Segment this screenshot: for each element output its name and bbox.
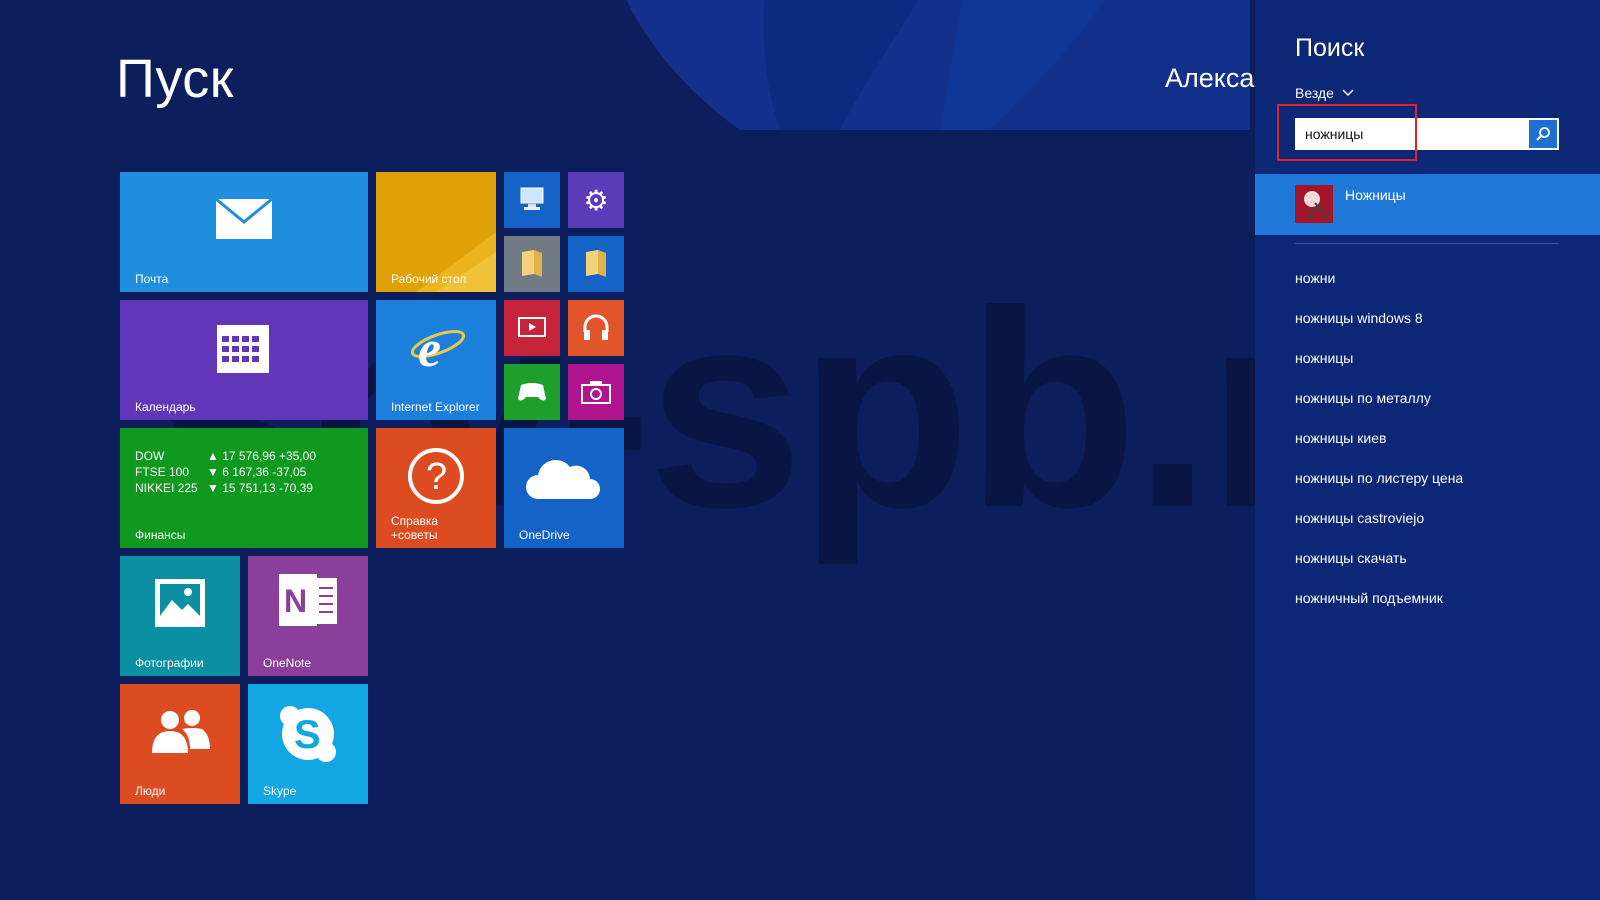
folder-icon bbox=[519, 248, 545, 278]
search-suggestion[interactable]: ножницы киев bbox=[1295, 418, 1463, 458]
video-icon bbox=[518, 316, 546, 338]
headphones-icon bbox=[581, 312, 611, 342]
tile-explorer-2[interactable] bbox=[568, 236, 624, 292]
finance-row: DOW ▲ 17 576,96 +35,00 bbox=[135, 449, 316, 463]
calendar-icon bbox=[216, 324, 270, 374]
tile-games[interactable] bbox=[504, 364, 560, 420]
camera-icon bbox=[581, 379, 611, 405]
tile-video[interactable] bbox=[504, 300, 560, 356]
svg-text:S: S bbox=[294, 713, 321, 757]
tile-onedrive[interactable]: OneDrive bbox=[504, 428, 624, 548]
tile-people[interactable]: Люди bbox=[120, 684, 240, 804]
tile-desktop[interactable]: Рабочий стол bbox=[376, 172, 496, 292]
cloud-icon bbox=[524, 452, 604, 502]
tile-help-tips[interactable]: ? Справка +советы bbox=[376, 428, 496, 548]
svg-text:?: ? bbox=[426, 456, 447, 498]
tile-skype[interactable]: S Skype bbox=[248, 684, 368, 804]
finance-row: NIKKEI 225 ▼ 15 751,13 -70,39 bbox=[135, 481, 313, 495]
tile-finance[interactable]: DOW ▲ 17 576,96 +35,00 FTSE 100 ▼ 6 167,36… bbox=[120, 428, 368, 548]
tile-label-internet-explorer: Internet Explorer bbox=[391, 400, 480, 414]
tile-label-onedrive: OneDrive bbox=[519, 528, 570, 542]
tile-label-onenote: OneNote bbox=[263, 656, 312, 670]
gamepad-icon bbox=[517, 380, 547, 404]
gear-icon: ⚙ bbox=[583, 184, 609, 216]
search-icon bbox=[1536, 127, 1550, 141]
tile-explorer-1[interactable] bbox=[504, 236, 560, 292]
search-suggestion[interactable]: ножницы castroviejo bbox=[1295, 498, 1463, 538]
svg-text:N: N bbox=[284, 583, 307, 619]
chevron-down-icon bbox=[1342, 89, 1354, 97]
internet-explorer-icon: e bbox=[406, 318, 466, 378]
tile-internet-explorer[interactable]: e Internet Explorer bbox=[376, 300, 496, 420]
background-swoosh bbox=[626, 0, 1250, 130]
envelope-icon bbox=[215, 197, 273, 241]
search-input[interactable] bbox=[1295, 118, 1507, 150]
tile-label-mail: Почта bbox=[135, 272, 169, 286]
user-name[interactable]: Александр bbox=[1165, 63, 1255, 94]
onenote-icon: N bbox=[275, 572, 341, 628]
search-suggestion[interactable]: ножницы bbox=[1295, 338, 1463, 378]
folder-icon bbox=[583, 248, 609, 278]
people-icon bbox=[148, 708, 212, 754]
search-box bbox=[1295, 118, 1559, 150]
search-title: Поиск bbox=[1295, 34, 1365, 62]
search-suggestion[interactable]: ножницы по листеру цена bbox=[1295, 458, 1463, 498]
search-result-app[interactable]: Ножницы bbox=[1255, 174, 1600, 235]
tile-computer[interactable] bbox=[504, 172, 560, 228]
search-result-label: Ножницы bbox=[1345, 187, 1406, 203]
snipping-tool-icon bbox=[1295, 185, 1333, 223]
search-suggestion[interactable]: ножницы скачать bbox=[1295, 538, 1463, 578]
finance-ticker: DOW ▲ 17 576,96 +35,00 FTSE 100 ▼ 6 167,36… bbox=[135, 448, 316, 496]
svg-text:e: e bbox=[418, 321, 441, 378]
tile-calendar[interactable]: Календарь bbox=[120, 300, 368, 420]
search-suggestion[interactable]: ножницы по металлу bbox=[1295, 378, 1463, 418]
photo-icon bbox=[153, 578, 207, 628]
computer-icon bbox=[518, 184, 546, 214]
search-suggestions: ножни ножницы windows 8 ножницы ножницы … bbox=[1295, 258, 1463, 618]
search-button[interactable] bbox=[1529, 120, 1557, 148]
tile-label-desktop: Рабочий стол bbox=[391, 272, 467, 286]
search-suggestion[interactable]: ножничный подъемник bbox=[1295, 578, 1463, 618]
tile-settings[interactable]: ⚙ bbox=[568, 172, 624, 228]
tile-label-photos: Фотографии bbox=[135, 656, 204, 670]
page-title: Пуск bbox=[116, 49, 234, 109]
tile-label-calendar: Календарь bbox=[135, 400, 196, 414]
divider bbox=[1295, 243, 1559, 244]
tile-onenote[interactable]: N OneNote bbox=[248, 556, 368, 676]
tile-music[interactable] bbox=[568, 300, 624, 356]
tile-photos[interactable]: Фотографии bbox=[120, 556, 240, 676]
search-suggestion[interactable]: ножни bbox=[1295, 258, 1463, 298]
tile-label-help-tips: Справка +советы bbox=[391, 514, 439, 542]
tile-camera[interactable] bbox=[568, 364, 624, 420]
tile-mail[interactable]: Почта bbox=[120, 172, 368, 292]
search-charm-panel: Поиск Везде Ножницы ножни ножницы window… bbox=[1255, 0, 1600, 900]
tile-label-skype: Skype bbox=[263, 784, 297, 798]
search-scope-dropdown[interactable]: Везде bbox=[1295, 85, 1354, 101]
tile-label-people: Люди bbox=[135, 784, 166, 798]
search-suggestion[interactable]: ножницы windows 8 bbox=[1295, 298, 1463, 338]
help-icon: ? bbox=[406, 446, 466, 506]
skype-icon: S bbox=[278, 704, 338, 764]
search-scope-label: Везде bbox=[1295, 85, 1334, 101]
finance-row: FTSE 100 ▼ 6 167,36 -37,05 bbox=[135, 465, 307, 479]
tile-label-finance: Финансы bbox=[135, 528, 186, 542]
